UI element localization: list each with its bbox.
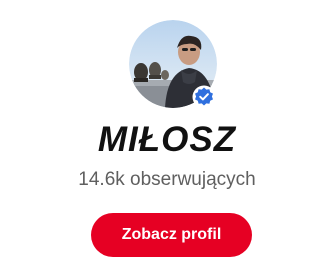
profile-card: MIŁOSZ 14.6k obserwujących Zobacz profil [0,0,334,273]
view-profile-button[interactable]: Zobacz profil [91,213,252,257]
follower-count: 14.6k obserwujących [78,169,256,190]
avatar[interactable] [129,20,217,109]
verified-badge-icon [192,85,216,109]
profile-name: MIŁOSZ [97,120,237,159]
